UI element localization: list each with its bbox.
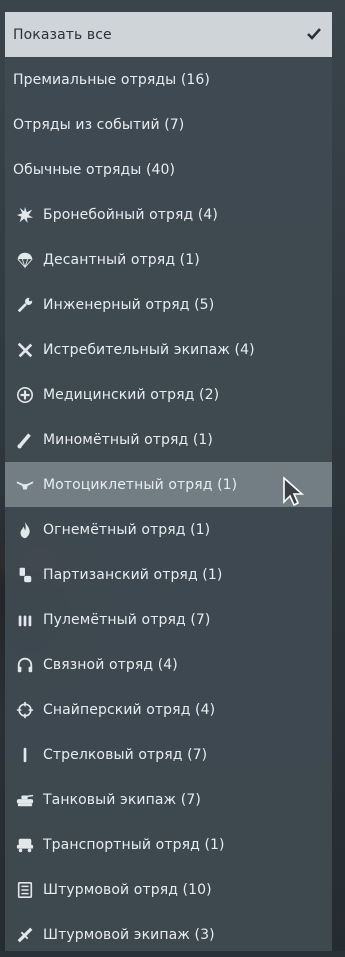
truck-icon — [15, 835, 35, 855]
menu-item-regular[interactable]: Обычные отряды (40) — [5, 147, 332, 192]
assault-list-icon — [15, 880, 35, 900]
menu-item-label: Миномётный отряд (1) — [43, 431, 213, 448]
menu-item-engineer[interactable]: Инженерный отряд (5) — [5, 282, 332, 327]
grenade-icon — [15, 565, 35, 585]
attack-plane-icon — [15, 925, 35, 945]
menu-item-label: Обычные отряды (40) — [13, 161, 176, 178]
menu-item-label: Огнемётный отряд (1) — [43, 521, 211, 538]
menu-item-transport[interactable]: Транспортный отряд (1) — [5, 822, 332, 867]
menu-item-tank-crew[interactable]: Танковый экипаж (7) — [5, 777, 332, 822]
fighter-plane-icon — [15, 340, 35, 360]
menu-item-assault[interactable]: Штурмовой отряд (10) — [5, 867, 332, 912]
menu-item-label: Истребительный экипаж (4) — [43, 341, 255, 358]
tank-icon — [15, 790, 35, 810]
menu-item-label: Бронебойный отряд (4) — [43, 206, 218, 223]
wrench-icon — [15, 295, 35, 315]
menu-item-label: Пулемётный отряд (7) — [43, 611, 211, 628]
menu-item-label: Показать все — [13, 26, 112, 43]
medical-cross-icon — [15, 385, 35, 405]
menu-item-events[interactable]: Отряды из событий (7) — [5, 102, 332, 147]
menu-item-label: Десантный отряд (1) — [43, 251, 200, 268]
menu-item-label: Штурмовой отряд (10) — [43, 881, 212, 898]
menu-item-label: Стрелковый отряд (7) — [43, 746, 208, 763]
menu-item-antitank[interactable]: Бронебойный отряд (4) — [5, 192, 332, 237]
menu-item-show-all[interactable]: Показать все — [5, 12, 332, 57]
menu-item-signal[interactable]: Связной отряд (4) — [5, 642, 332, 687]
menu-item-label: Транспортный отряд (1) — [43, 836, 225, 853]
menu-item-sniper[interactable]: Снайперский отряд (4) — [5, 687, 332, 732]
menu-item-premium[interactable]: Премиальные отряды (16) — [5, 57, 332, 102]
parachute-icon — [15, 250, 35, 270]
flame-icon — [15, 520, 35, 540]
motorcycle-icon — [15, 475, 35, 495]
menu-item-rifle[interactable]: Стрелковый отряд (7) — [5, 732, 332, 777]
bullet-icon — [15, 745, 35, 765]
menu-item-fighter-crew[interactable]: Истребительный экипаж (4) — [5, 327, 332, 372]
mortar-icon — [15, 430, 35, 450]
menu-item-label: Инженерный отряд (5) — [43, 296, 215, 313]
menu-item-label: Отряды из событий (7) — [13, 116, 185, 133]
mouse-cursor-icon — [281, 476, 305, 508]
menu-item-label: Снайперский отряд (4) — [43, 701, 216, 718]
checkmark-icon — [306, 26, 322, 42]
menu-item-label: Танковый экипаж (7) — [43, 791, 201, 808]
crosshair-icon — [15, 700, 35, 720]
menu-item-label: Медицинский отряд (2) — [43, 386, 220, 403]
headphones-icon — [15, 655, 35, 675]
menu-item-label: Мотоциклетный отряд (1) — [43, 476, 238, 493]
menu-item-label: Партизанский отряд (1) — [43, 566, 223, 583]
bullets-icon — [15, 610, 35, 630]
menu-item-label: Штурмовой экипаж (3) — [43, 926, 215, 943]
menu-item-medic[interactable]: Медицинский отряд (2) — [5, 372, 332, 417]
explosion-icon — [15, 205, 35, 225]
menu-item-partisan[interactable]: Партизанский отряд (1) — [5, 552, 332, 597]
menu-item-label: Связной отряд (4) — [43, 656, 178, 673]
menu-item-machinegun[interactable]: Пулемётный отряд (7) — [5, 597, 332, 642]
menu-item-label: Премиальные отряды (16) — [13, 71, 210, 88]
menu-item-assault-crew[interactable]: Штурмовой экипаж (3) — [5, 912, 332, 957]
menu-item-flamethrower[interactable]: Огнемётный отряд (1) — [5, 507, 332, 552]
menu-item-paratrooper[interactable]: Десантный отряд (1) — [5, 237, 332, 282]
menu-item-mortar[interactable]: Миномётный отряд (1) — [5, 417, 332, 462]
